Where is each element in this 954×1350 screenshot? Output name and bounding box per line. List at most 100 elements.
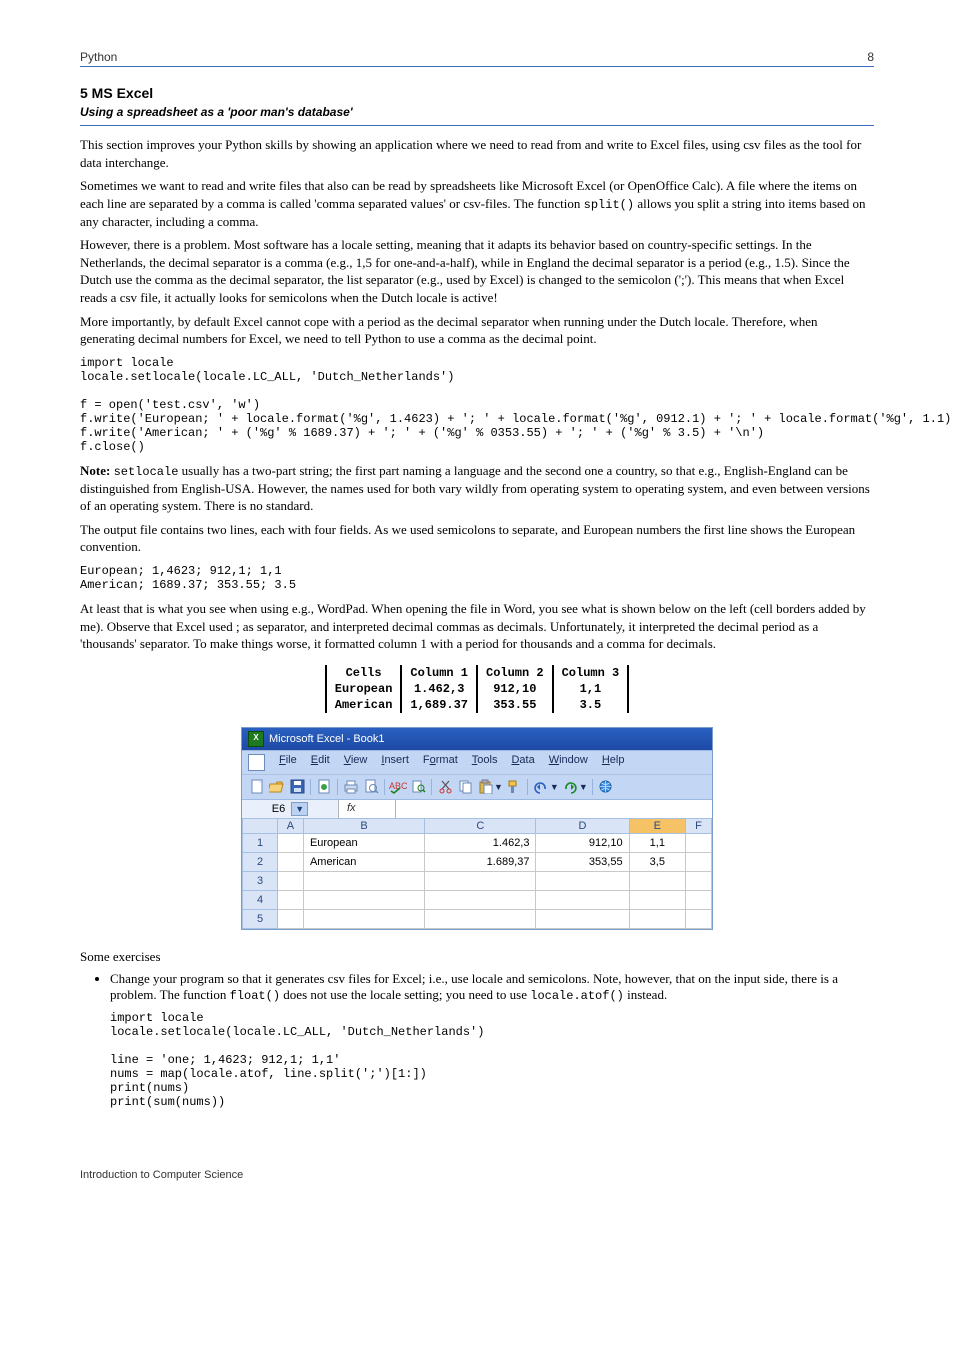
cell[interactable]: 1.462,3: [425, 833, 536, 852]
col-header[interactable]: B: [303, 818, 424, 833]
exercises-intro: Some exercises: [80, 948, 874, 966]
cell[interactable]: [686, 852, 712, 871]
cell[interactable]: [303, 871, 424, 890]
row-header[interactable]: 2: [243, 852, 278, 871]
permission-icon[interactable]: [315, 778, 333, 796]
preview-cell: Cells: [326, 665, 402, 681]
copy-icon[interactable]: [456, 778, 474, 796]
toolbar-separator: [384, 779, 385, 795]
para-outputfile: The output file contains two lines, each…: [80, 521, 874, 556]
cell[interactable]: 3,5: [629, 852, 685, 871]
undo-icon[interactable]: [532, 778, 550, 796]
excel-titlebar: X Microsoft Excel - Book1: [242, 728, 712, 750]
menu-window[interactable]: Window: [549, 754, 588, 771]
cell[interactable]: [686, 890, 712, 909]
cell[interactable]: [425, 871, 536, 890]
col-header[interactable]: C: [425, 818, 536, 833]
cell[interactable]: 1,1: [629, 833, 685, 852]
intro-para-2: Sometimes we want to read and write file…: [80, 177, 874, 230]
cell[interactable]: [278, 890, 304, 909]
cell[interactable]: [303, 890, 424, 909]
format-painter-icon[interactable]: [505, 778, 523, 796]
cell[interactable]: [629, 909, 685, 928]
research-icon[interactable]: [409, 778, 427, 796]
formula-input[interactable]: [396, 800, 712, 818]
spreadsheet-grid[interactable]: A B C D E F 1 European 1.462,3 912,10 1,…: [242, 818, 712, 929]
code-setlocale: setlocale: [114, 465, 179, 479]
preview-cell: Column 2: [477, 665, 553, 681]
print-icon[interactable]: [342, 778, 360, 796]
menu-insert[interactable]: Insert: [381, 754, 409, 771]
cell[interactable]: [278, 909, 304, 928]
preview-cell: 1.462,3: [401, 681, 477, 697]
menu-tools[interactable]: Tools: [472, 754, 498, 771]
cell[interactable]: [536, 909, 629, 928]
undo-dropdown-icon[interactable]: ▼: [550, 782, 559, 792]
menu-view[interactable]: View: [344, 754, 368, 771]
col-header[interactable]: F: [686, 818, 712, 833]
fx-label[interactable]: fx: [339, 800, 396, 818]
cell[interactable]: 912,10: [536, 833, 629, 852]
excel-app-icon: X: [248, 731, 264, 747]
excel-doc-icon: [248, 754, 265, 771]
cell[interactable]: [536, 871, 629, 890]
cell[interactable]: [278, 852, 304, 871]
cell[interactable]: [629, 871, 685, 890]
preview-cell: European: [326, 681, 402, 697]
spelling-icon[interactable]: ABC: [389, 778, 407, 796]
paste-dropdown-icon[interactable]: ▼: [494, 782, 503, 792]
table-row: 5: [243, 909, 712, 928]
hyperlink-icon[interactable]: [597, 778, 615, 796]
cell[interactable]: [536, 890, 629, 909]
cell[interactable]: [278, 871, 304, 890]
cell[interactable]: [629, 890, 685, 909]
menu-file[interactable]: File: [279, 754, 297, 771]
col-header[interactable]: D: [536, 818, 629, 833]
col-header-selected[interactable]: E: [629, 818, 685, 833]
cell[interactable]: 1.689,37: [425, 852, 536, 871]
row-header[interactable]: 3: [243, 871, 278, 890]
redo-dropdown-icon[interactable]: ▼: [579, 782, 588, 792]
preview-cell: American: [326, 697, 402, 713]
cell[interactable]: European: [303, 833, 424, 852]
row-header[interactable]: 1: [243, 833, 278, 852]
cell[interactable]: [686, 909, 712, 928]
intro-para-1: This section improves your Python skills…: [80, 136, 874, 171]
preview-cell: 1,1: [553, 681, 629, 697]
name-box[interactable]: E6 ▼: [242, 800, 339, 818]
cell[interactable]: [686, 833, 712, 852]
section-subtitle: Using a spreadsheet as a 'poor man's dat…: [80, 105, 874, 119]
cell[interactable]: [425, 890, 536, 909]
toolbar-separator: [337, 779, 338, 795]
cell[interactable]: 353,55: [536, 852, 629, 871]
excel-menubar: File Edit View Insert Format Tools Data …: [242, 750, 712, 774]
print-preview-icon[interactable]: [362, 778, 380, 796]
cell[interactable]: [425, 909, 536, 928]
menu-data[interactable]: Data: [511, 754, 534, 771]
redo-icon[interactable]: [561, 778, 579, 796]
row-header[interactable]: 4: [243, 890, 278, 909]
cell[interactable]: [686, 871, 712, 890]
menu-help[interactable]: Help: [602, 754, 625, 771]
excel-title: Microsoft Excel - Book1: [269, 733, 385, 745]
code-block-3: import locale locale.setlocale(locale.LC…: [110, 1011, 874, 1109]
col-header[interactable]: A: [278, 818, 304, 833]
menu-edit[interactable]: Edit: [311, 754, 330, 771]
namebox-dropdown-icon[interactable]: ▼: [291, 802, 308, 816]
cell[interactable]: American: [303, 852, 424, 871]
open-icon[interactable]: [268, 778, 286, 796]
save-icon[interactable]: [288, 778, 306, 796]
table-row: 4: [243, 890, 712, 909]
cell[interactable]: [303, 909, 424, 928]
cell[interactable]: [278, 833, 304, 852]
new-icon[interactable]: [248, 778, 266, 796]
row-header[interactable]: 5: [243, 909, 278, 928]
paste-icon[interactable]: [476, 778, 494, 796]
select-all-corner[interactable]: [243, 818, 278, 833]
code-split: split(): [584, 198, 634, 212]
preview-cell: 912,10: [477, 681, 553, 697]
preview-cell: 1,689.37: [401, 697, 477, 713]
cut-icon[interactable]: [436, 778, 454, 796]
menu-format[interactable]: Format: [423, 754, 458, 771]
exercise-item: Change your program so that it generates…: [110, 971, 874, 1003]
